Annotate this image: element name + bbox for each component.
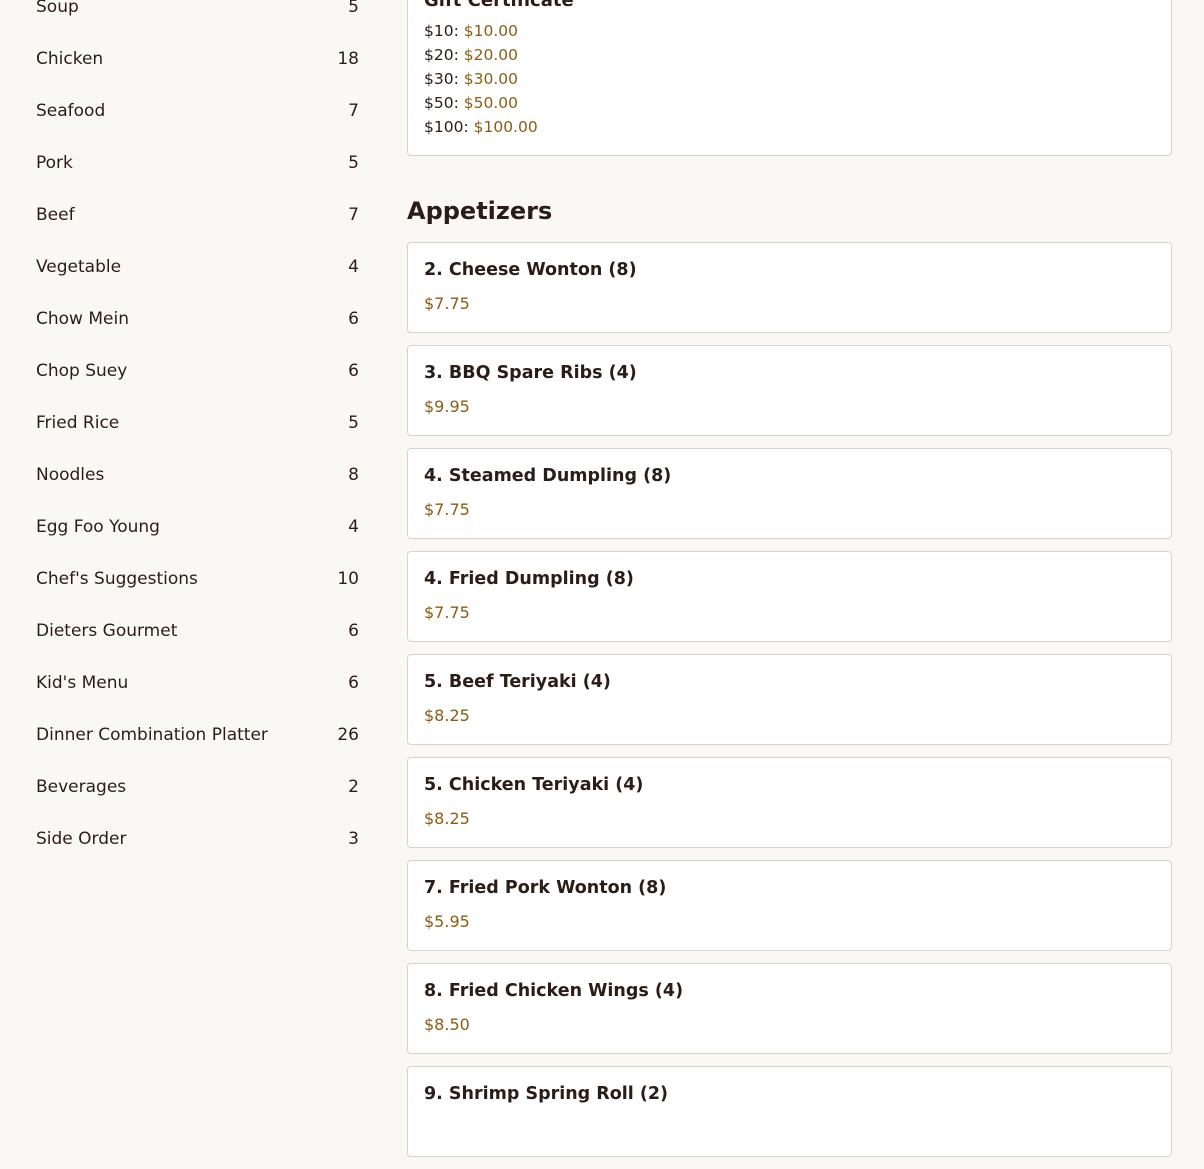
gift-option-label: $10:	[424, 22, 459, 40]
category-count: 6	[348, 673, 359, 693]
section-title-appetizers: Appetizers	[407, 197, 553, 225]
menu-item-name: 4. Steamed Dumpling (8)	[424, 466, 672, 486]
category-sidebar: Soup 5 Chicken 18 Seafood 7 Pork 5 Beef …	[0, 0, 380, 1121]
category-item-soup[interactable]: Soup 5	[0, 0, 380, 33]
gift-option: $100: $100.00	[424, 115, 1155, 139]
category-item-vegetable[interactable]: Vegetable 4	[0, 241, 380, 293]
category-name: Vegetable	[36, 257, 122, 277]
gift-option-label: $50:	[424, 94, 459, 112]
menu-item-name: 5. Chicken Teriyaki (4)	[424, 775, 644, 795]
menu-item-name: 2. Cheese Wonton (8)	[424, 260, 637, 280]
category-count: 3	[348, 829, 359, 849]
category-name: Pork	[36, 153, 73, 173]
category-count: 4	[348, 517, 359, 537]
gift-option-label: $20:	[424, 46, 459, 64]
category-item-pork[interactable]: Pork 5	[0, 137, 380, 189]
category-count: 5	[348, 153, 359, 173]
category-item-chicken[interactable]: Chicken 18	[0, 33, 380, 85]
category-count: 26	[337, 725, 359, 745]
menu-item-price: $7.75	[424, 294, 470, 313]
menu-item-name: 5. Beef Teriyaki (4)	[424, 672, 611, 692]
menu-item-price: $7.75	[424, 603, 470, 622]
gift-option-price: $100.00	[473, 118, 538, 136]
category-name: Beverages	[36, 777, 127, 797]
gift-option: $10: $10.00	[424, 19, 1155, 43]
category-count: 6	[348, 621, 359, 641]
category-name: Side Order	[36, 829, 127, 849]
category-count: 8	[348, 465, 359, 485]
gift-option-price: $30.00	[463, 70, 518, 88]
category-name: Dinner Combination Platter	[36, 725, 268, 745]
category-name: Egg Foo Young	[36, 517, 160, 537]
menu-item-card[interactable]: 3. BBQ Spare Ribs (4) $9.95	[407, 345, 1172, 436]
menu-item-card[interactable]: 4. Fried Dumpling (8) $7.75	[407, 551, 1172, 642]
category-name: Soup	[36, 0, 79, 17]
category-name: Noodles	[36, 465, 105, 485]
category-name: Beef	[36, 205, 75, 225]
gift-option: $50: $50.00	[424, 91, 1155, 115]
category-item-dinner-combination-platter[interactable]: Dinner Combination Platter 26	[0, 709, 380, 761]
category-list: Soup 5 Chicken 18 Seafood 7 Pork 5 Beef …	[0, 0, 380, 865]
category-item-chefs-suggestions[interactable]: Chef's Suggestions 10	[0, 553, 380, 605]
category-name: Seafood	[36, 101, 106, 121]
category-item-seafood[interactable]: Seafood 7	[0, 85, 380, 137]
category-name: Fried Rice	[36, 413, 120, 433]
menu-item-name: 9. Shrimp Spring Roll (2)	[424, 1084, 669, 1104]
category-name: Chow Mein	[36, 309, 129, 329]
category-name: Kid's Menu	[36, 673, 129, 693]
menu-item-name: 3. BBQ Spare Ribs (4)	[424, 363, 637, 383]
menu-item-price: $7.75	[424, 500, 470, 519]
category-count: 5	[348, 0, 359, 17]
menu-item-name: 7. Fried Pork Wonton (8)	[424, 878, 667, 898]
menu-item-card[interactable]: 9. Shrimp Spring Roll (2)	[407, 1066, 1172, 1157]
menu-item-card[interactable]: 4. Steamed Dumpling (8) $7.75	[407, 448, 1172, 539]
gift-option-label: $100:	[424, 118, 469, 136]
category-item-chow-mein[interactable]: Chow Mein 6	[0, 293, 380, 345]
category-count: 7	[348, 101, 359, 121]
menu-item-card[interactable]: 2. Cheese Wonton (8) $7.75	[407, 242, 1172, 333]
category-count: 5	[348, 413, 359, 433]
category-item-beverages[interactable]: Beverages 2	[0, 761, 380, 813]
category-count: 7	[348, 205, 359, 225]
category-count: 6	[348, 361, 359, 381]
menu-item-price: $8.50	[424, 1015, 470, 1034]
category-item-fried-rice[interactable]: Fried Rice 5	[0, 397, 380, 449]
category-item-noodles[interactable]: Noodles 8	[0, 449, 380, 501]
gift-certificate-title: Gift Certificate	[424, 0, 574, 11]
menu-item-card[interactable]: 5. Beef Teriyaki (4) $8.25	[407, 654, 1172, 745]
category-count: 6	[348, 309, 359, 329]
category-item-side-order[interactable]: Side Order 3	[0, 813, 380, 865]
category-count: 10	[337, 569, 359, 589]
menu-item-card[interactable]: 5. Chicken Teriyaki (4) $8.25	[407, 757, 1172, 848]
category-count: 2	[348, 777, 359, 797]
category-item-egg-foo-young[interactable]: Egg Foo Young 4	[0, 501, 380, 553]
gift-option: $20: $20.00	[424, 43, 1155, 67]
gift-option-label: $30:	[424, 70, 459, 88]
menu-item-card[interactable]: 8. Fried Chicken Wings (4) $8.50	[407, 963, 1172, 1054]
gift-option-price: $50.00	[463, 94, 518, 112]
gift-option-price: $10.00	[463, 22, 518, 40]
category-item-chop-suey[interactable]: Chop Suey 6	[0, 345, 380, 397]
category-name: Chef's Suggestions	[36, 569, 198, 589]
gift-certificate-card[interactable]: Gift Certificate $10: $10.00 $20: $20.00…	[407, 0, 1172, 156]
menu-item-name: 4. Fried Dumpling (8)	[424, 569, 634, 589]
appetizer-list: 2. Cheese Wonton (8) $7.75 3. BBQ Spare …	[407, 242, 1172, 1169]
category-count: 4	[348, 257, 359, 277]
category-item-dieters-gourmet[interactable]: Dieters Gourmet 6	[0, 605, 380, 657]
menu-item-name: 8. Fried Chicken Wings (4)	[424, 981, 684, 1001]
category-item-kids-menu[interactable]: Kid's Menu 6	[0, 657, 380, 709]
menu-item-price: $8.25	[424, 706, 470, 725]
menu-item-card[interactable]: 7. Fried Pork Wonton (8) $5.95	[407, 860, 1172, 951]
category-name: Dieters Gourmet	[36, 621, 178, 641]
gift-option-price: $20.00	[463, 46, 518, 64]
menu-item-price: $8.25	[424, 809, 470, 828]
menu-item-price: $9.95	[424, 397, 470, 416]
category-name: Chop Suey	[36, 361, 128, 381]
category-item-beef[interactable]: Beef 7	[0, 189, 380, 241]
menu-item-price: $5.95	[424, 912, 470, 931]
category-count: 18	[337, 49, 359, 69]
category-name: Chicken	[36, 49, 104, 69]
gift-option: $30: $30.00	[424, 67, 1155, 91]
